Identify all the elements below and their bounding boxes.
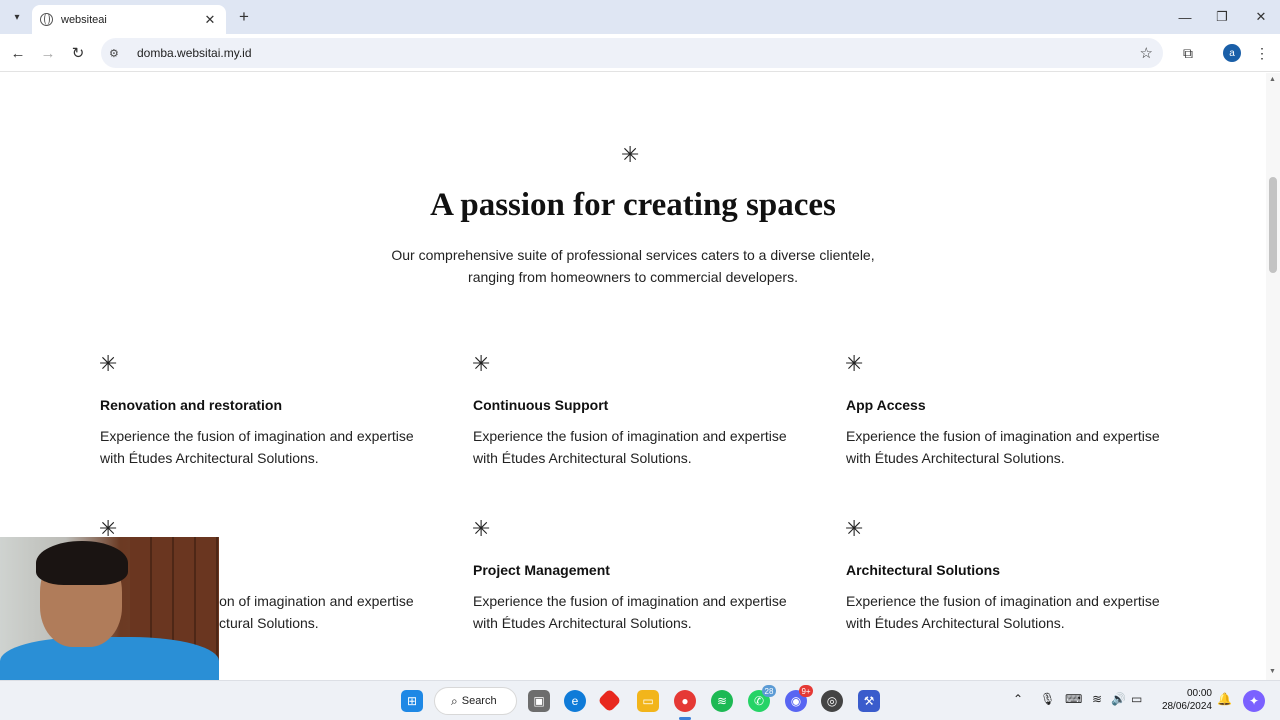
file-explorer-icon[interactable]: ▭ — [637, 690, 659, 712]
url-text[interactable]: domba.websitai.my.id — [137, 46, 252, 60]
notification-bell-icon[interactable]: 🔔 — [1217, 692, 1232, 706]
address-bar[interactable]: ⚙ domba.websitai.my.id ☆ — [101, 38, 1163, 68]
page-scrollbar[interactable]: ▲ ▼ — [1266, 73, 1280, 680]
bookmark-star-icon[interactable]: ☆ — [1140, 44, 1153, 62]
scrollbar-thumb[interactable] — [1269, 177, 1277, 273]
copilot-icon[interactable]: ✦ — [1243, 690, 1265, 712]
service-description: Experience the fusion of imagination and… — [473, 593, 787, 631]
tab-strip: ▾ websiteai ✕ + — ❐ ✕ — [0, 0, 1280, 34]
scroll-down-icon[interactable]: ▼ — [1269, 668, 1276, 675]
restore-icon[interactable]: ❐ — [1203, 7, 1241, 27]
tab-title: websiteai — [61, 13, 107, 26]
service-title: Architectural Solutions — [846, 562, 1001, 578]
app-tool-icon[interactable]: ⚒ — [858, 690, 880, 712]
browser-toolbar: ← → ↻ ⚙ domba.websitai.my.id ☆ ⧉ a ⋮ — [0, 34, 1280, 72]
clock-time: 00:00 — [1186, 688, 1212, 699]
taskbar-search-label: Search — [461, 695, 497, 707]
discord-icon[interactable]: ◉ 9+ — [785, 685, 813, 712]
service-ornament-icon: ✳ — [99, 352, 118, 377]
discord-badge: 9+ — [799, 685, 813, 697]
asterisk-ornament-icon: ✳ — [621, 143, 640, 168]
chrome-icon[interactable]: ● — [674, 690, 696, 712]
close-tab-icon[interactable]: ✕ — [202, 12, 218, 28]
service-ornament-icon: ✳ — [472, 352, 491, 377]
taskbar-search[interactable]: ⌕ Search — [434, 687, 517, 715]
service-description: Experience the fusion of imagination and… — [846, 593, 1160, 631]
service-description: Experience the fusion of imagination and… — [473, 428, 787, 466]
intro-text: Our comprehensive suite of professional … — [391, 247, 875, 285]
volume-icon[interactable]: 🔊 — [1111, 692, 1126, 706]
service-ornament-icon: ✳ — [845, 352, 864, 377]
keyboard-icon[interactable]: ⌨ — [1065, 692, 1082, 706]
webcam-person-hair — [36, 541, 128, 585]
tab-search-dropdown-icon[interactable]: ▾ — [6, 7, 28, 27]
battery-icon[interactable]: ▭ — [1131, 692, 1142, 706]
task-view-icon[interactable]: ▣ — [528, 690, 550, 712]
whatsapp-badge: 28 — [762, 685, 776, 697]
windows-start-icon[interactable]: ⊞ — [401, 690, 423, 712]
reload-button[interactable]: ↻ — [67, 42, 89, 64]
site-info-icon[interactable]: ⚙ — [109, 47, 125, 60]
profile-avatar[interactable]: a — [1223, 44, 1241, 62]
app-diamond-icon[interactable] — [597, 688, 622, 713]
edge-icon[interactable]: e — [564, 690, 586, 712]
forward-button[interactable]: → — [37, 42, 59, 64]
back-button[interactable]: ← — [7, 42, 29, 64]
search-icon: ⌕ — [451, 693, 458, 708]
service-title: Continuous Support — [473, 397, 609, 413]
webcam-person-shirt — [0, 637, 219, 680]
microphone-icon[interactable]: 🎙 — [1040, 692, 1055, 706]
service-title: Renovation and restoration — [100, 397, 283, 413]
scroll-up-icon[interactable]: ▲ — [1269, 76, 1276, 83]
obs-icon[interactable]: ◎ — [821, 690, 843, 712]
service-description: Experience the fusion of imagination and… — [846, 428, 1160, 466]
webcam-overlay — [0, 537, 219, 680]
tray-chevron-up-icon[interactable]: ⌃ — [1013, 692, 1023, 706]
taskbar-clock[interactable]: 00:00 28/06/2024 — [1158, 687, 1212, 713]
menu-kebab-icon[interactable]: ⋮ — [1251, 42, 1273, 64]
tab-websiteai[interactable]: websiteai ✕ — [32, 5, 226, 34]
minimize-icon[interactable]: — — [1166, 7, 1204, 27]
service-ornament-icon: ✳ — [845, 517, 864, 542]
wifi-icon[interactable]: ≋ — [1092, 692, 1102, 706]
spotify-icon[interactable]: ≋ — [711, 690, 733, 712]
whatsapp-icon[interactable]: ✆ 28 — [748, 685, 776, 712]
windows-taskbar: ⊞ ⌕ Search ▣ e ▭ ● ≋ ✆ 28 ◉ 9+ ◎ ⚒ ⌃ 🎙 ⌨… — [0, 680, 1280, 720]
clock-date: 28/06/2024 — [1161, 701, 1212, 712]
extensions-icon[interactable]: ⧉ — [1177, 42, 1199, 64]
service-ornament-icon: ✳ — [472, 517, 491, 542]
service-title: App Access — [846, 397, 926, 413]
service-description: Experience the fusion of imagination and… — [100, 428, 414, 466]
close-window-icon[interactable]: ✕ — [1242, 7, 1280, 27]
new-tab-button[interactable]: + — [234, 7, 254, 27]
service-title: Project Management — [473, 562, 610, 578]
globe-icon — [40, 13, 53, 26]
page-heading: A passion for creating spaces — [430, 187, 836, 223]
